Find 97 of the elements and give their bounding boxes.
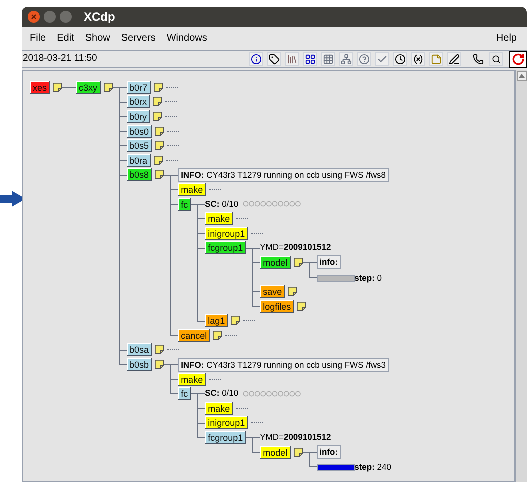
dotted-line [225, 334, 238, 336]
tree-node[interactable]: b0s5 [126, 139, 152, 152]
note-icon[interactable] [213, 330, 222, 340]
repeat-label: SC: 0/10 [205, 198, 239, 210]
dotted-line [236, 218, 248, 220]
variable-icon[interactable] [411, 52, 425, 66]
info-label: INFO: CY43r3 T1279 running on ccb using FWS /fws8 [178, 168, 389, 182]
tag-icon[interactable] [267, 52, 281, 66]
dotted-line [167, 130, 180, 132]
tree-node[interactable]: fcgroup1 [205, 241, 246, 254]
color-grid-icon[interactable] [303, 52, 317, 66]
tree-node[interactable]: inigroup1 [205, 416, 248, 430]
note-icon[interactable] [155, 360, 164, 370]
menu-item[interactable]: File [30, 31, 46, 46]
note-icon[interactable] [154, 82, 163, 92]
window-title: XCdp [84, 9, 116, 26]
note-icon[interactable] [297, 302, 306, 311]
help-icon[interactable] [357, 52, 371, 66]
tree-node[interactable]: model [260, 256, 291, 269]
note-icon[interactable] [155, 126, 164, 136]
info-label: INFO: CY43r3 T1279 running on ccb using FWS /fws3 [178, 358, 389, 372]
tree-node[interactable]: c3xy [76, 80, 101, 94]
tree-node[interactable]: cancel [178, 328, 210, 342]
tree-node[interactable]: b0sb [126, 358, 152, 372]
dotted-line [167, 145, 180, 146]
tree-node[interactable]: make [178, 182, 206, 196]
dotted-line [166, 86, 178, 88]
dotted-line [165, 116, 178, 117]
phone-icon[interactable] [471, 52, 485, 66]
tree-node[interactable]: b0s0 [126, 124, 152, 138]
tree-node[interactable]: b0r7 [126, 80, 151, 94]
tree-icon[interactable] [339, 52, 353, 66]
menu-item[interactable]: Servers [121, 31, 156, 46]
dotted-line [236, 408, 248, 409]
note-icon[interactable] [154, 156, 163, 165]
dotted-line [209, 188, 222, 190]
note-icon[interactable] [294, 258, 303, 267]
note-icon[interactable] [294, 448, 303, 457]
menu-item[interactable]: Show [85, 31, 110, 46]
tree-node[interactable]: b0ra [126, 154, 151, 167]
note-icon[interactable] [288, 287, 298, 296]
tree-node[interactable]: lag1 [205, 314, 228, 328]
tree-node[interactable]: fc [178, 387, 192, 400]
tree-node[interactable]: model [260, 446, 291, 459]
tree-node[interactable]: b0s8 [126, 168, 152, 182]
tree-node[interactable]: logfiles [260, 300, 294, 313]
dotted-line [209, 378, 222, 380]
tree-node[interactable]: make [205, 402, 234, 415]
date-label: 2018-03-21 11:50 [23, 52, 98, 66]
pencil-icon[interactable] [447, 52, 461, 66]
note-icon[interactable] [155, 170, 164, 180]
scroll-up-icon[interactable] [516, 71, 526, 81]
meter-label: step: 240 [354, 461, 392, 474]
dotted-line [251, 422, 264, 424]
dotted-line [165, 101, 178, 102]
variable-label: YMD=2009101512 [260, 431, 332, 444]
info-icon[interactable] [249, 52, 263, 66]
scrollbar[interactable] [515, 70, 527, 482]
refresh-icon[interactable] [509, 50, 527, 68]
books-icon[interactable] [285, 52, 299, 66]
menu-item[interactable]: Windows [166, 31, 208, 46]
note-icon[interactable] [53, 82, 62, 92]
search-icon[interactable] [489, 52, 503, 66]
note-icon[interactable] [153, 97, 162, 106]
tree-node[interactable]: make [178, 372, 206, 386]
dotted-line [243, 320, 256, 322]
check-icon[interactable] [375, 52, 389, 66]
tree-node[interactable]: save [260, 285, 286, 298]
tree-node[interactable]: inigroup1 [205, 226, 248, 240]
tree-node[interactable]: b0sa [126, 343, 152, 356]
dotted-line [167, 349, 180, 350]
progress-dots-icon [242, 201, 301, 208]
menu-item[interactable]: Help [496, 31, 517, 46]
tree-node[interactable]: fcgroup1 [205, 431, 246, 444]
tree-node[interactable]: b0rx [126, 95, 150, 108]
attribute-label: info: [316, 255, 342, 270]
note-icon[interactable] [153, 112, 162, 121]
note-icon[interactable] [104, 82, 113, 92]
repeat-label: SC: 0/10 [205, 387, 239, 400]
note-icon[interactable] [155, 345, 164, 354]
tree-node[interactable]: b0ry [126, 110, 150, 123]
attribute-label: info: [316, 445, 342, 460]
dotted-line [166, 160, 178, 161]
note-icon[interactable] [155, 141, 164, 150]
close-icon[interactable] [31, 14, 37, 20]
variable-label: YMD=2009101512 [260, 241, 332, 254]
close-button[interactable] [28, 11, 40, 23]
tree-node[interactable]: xes [30, 80, 50, 94]
progress-dots-icon [242, 390, 301, 397]
tree-node[interactable]: make [205, 212, 234, 226]
note-icon[interactable] [231, 316, 240, 326]
dotted-line [251, 232, 264, 234]
clock-icon[interactable] [393, 52, 407, 66]
menu-item[interactable]: Edit [57, 31, 74, 46]
tree-node[interactable]: fc [178, 198, 192, 211]
grid-icon[interactable] [321, 52, 335, 66]
meter-label: step: 0 [354, 272, 382, 284]
